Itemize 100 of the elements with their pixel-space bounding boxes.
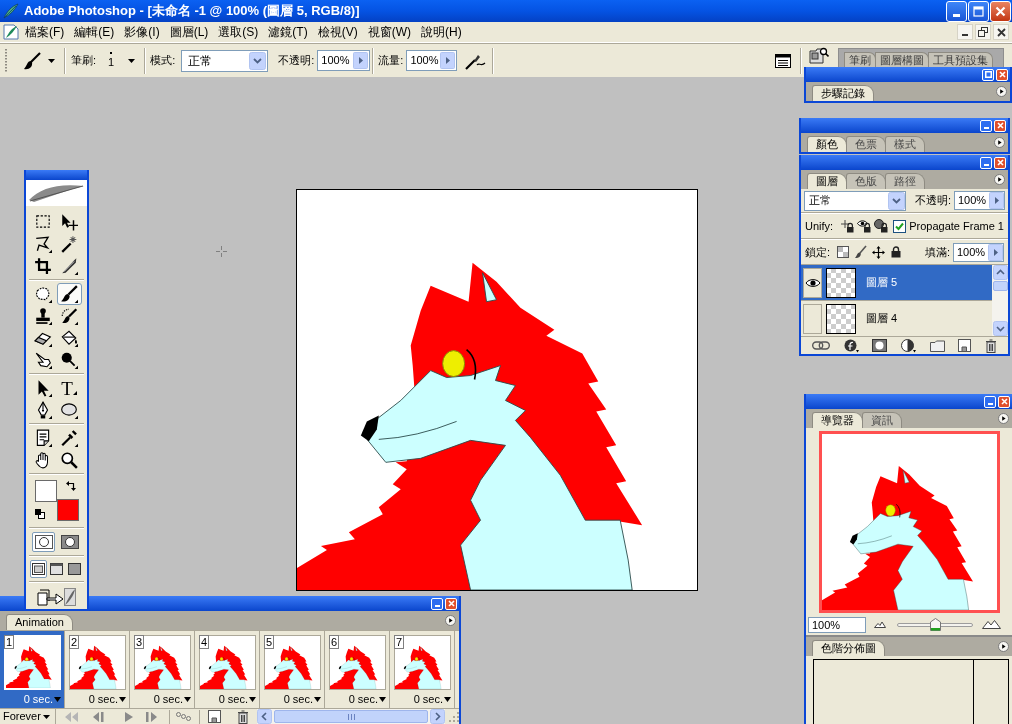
menu-item[interactable]: 選取(S) (213, 23, 264, 41)
maximize-button[interactable] (968, 0, 989, 22)
fill-field[interactable]: 100% (953, 242, 1004, 262)
panel-menu-icon[interactable] (994, 137, 1005, 148)
triangle-right-icon[interactable] (353, 52, 369, 69)
padlock-icon[interactable] (891, 246, 902, 258)
tool-button[interactable]: T (56, 377, 82, 399)
panel-menu-icon[interactable] (998, 641, 1009, 652)
panel-menu-icon[interactable] (998, 413, 1009, 424)
caret-icon[interactable] (444, 697, 451, 702)
ball-lock-icon[interactable] (874, 219, 889, 233)
trash-icon[interactable] (985, 338, 998, 353)
caret-icon[interactable] (128, 58, 136, 63)
visibility-toggle[interactable] (803, 267, 822, 298)
frame-delay[interactable]: 0 sec. (218, 693, 248, 706)
menu-item[interactable]: 視窗(W) (362, 23, 416, 41)
layer-row[interactable]: 圖層 5 (801, 265, 992, 301)
checkbox[interactable] (893, 219, 907, 233)
scroll-right-icon[interactable] (430, 709, 445, 724)
palette-list-icon[interactable] (775, 53, 791, 68)
caret-icon[interactable] (314, 697, 321, 702)
play-icon[interactable] (124, 711, 134, 722)
panel-tab[interactable]: 導覽器 (812, 412, 863, 428)
arrows-lock-icon[interactable] (840, 219, 855, 233)
visibility-toggle[interactable] (803, 303, 822, 334)
trash-icon[interactable] (237, 709, 249, 724)
menu-item[interactable]: 濾鏡(T) (263, 23, 313, 41)
panel-tab[interactable]: 圖層 (807, 173, 847, 189)
screen-mode-button[interactable] (48, 560, 65, 578)
triangle-right-icon[interactable] (440, 52, 456, 69)
new-layer-icon[interactable] (958, 339, 972, 352)
frame-delay[interactable]: 0 sec. (153, 693, 183, 706)
foreground-color-swatch[interactable] (35, 480, 57, 502)
large-mountains-icon[interactable] (982, 620, 1001, 629)
brush-icon[interactable] (22, 50, 42, 71)
menu-item[interactable]: 檔案(F) (20, 23, 70, 41)
opacity-field[interactable]: 100% (954, 191, 1005, 210)
half-circle-icon[interactable] (900, 338, 916, 353)
triangle-right-icon[interactable] (989, 192, 1004, 209)
blend-mode-dropdown[interactable]: 正常 (804, 190, 906, 211)
mask-mode-button[interactable] (32, 532, 55, 552)
menu-item[interactable]: 影像(I) (119, 23, 165, 41)
animation-frame[interactable]: 1 0 sec. (0, 631, 65, 708)
tool-button[interactable] (56, 283, 82, 305)
new-frame-icon[interactable] (208, 710, 221, 723)
menu-item[interactable]: 編輯(E) (69, 23, 120, 41)
caret-icon[interactable] (119, 697, 126, 702)
menu-item[interactable]: 檢視(V) (312, 23, 363, 41)
well-tab[interactable]: 筆刷 (844, 52, 876, 67)
move-lock-icon[interactable] (872, 245, 886, 259)
frame-delay[interactable]: 0 sec. (23, 693, 53, 706)
default-colors-icon[interactable] (35, 509, 45, 519)
jump-arrow-icon[interactable] (36, 587, 77, 607)
background-color-swatch[interactable] (57, 499, 79, 521)
file-browser-icon[interactable] (809, 47, 829, 65)
caret-icon[interactable] (48, 58, 55, 63)
panel-tab[interactable]: 色階分佈圖 (812, 640, 885, 656)
scrollbar[interactable] (992, 265, 1008, 336)
resize-grip-icon[interactable] (449, 711, 459, 722)
well-tab[interactable]: 工具預設集 (928, 52, 993, 67)
panel-menu-icon[interactable] (994, 174, 1005, 185)
scrollbar-thumb[interactable] (992, 281, 1008, 291)
screen-mode-button[interactable] (30, 560, 47, 578)
slider-thumb[interactable] (929, 618, 941, 631)
mode-dropdown[interactable]: 正常 (181, 49, 269, 72)
triangle-right-icon[interactable] (988, 243, 1003, 261)
panel-menu-icon[interactable] (445, 615, 456, 626)
panel-tab[interactable]: 顏色 (807, 136, 847, 152)
close-button[interactable] (993, 24, 1009, 40)
zoom-field[interactable]: 100% (808, 616, 866, 633)
frame-delay[interactable]: 0 sec. (88, 693, 118, 706)
maximize-button[interactable] (982, 68, 994, 81)
menu-item[interactable]: 說明(H) (416, 23, 467, 41)
scroll-up-icon[interactable] (992, 265, 1008, 280)
grip-icon[interactable] (5, 48, 8, 73)
panel-tab[interactable]: 色票 (846, 136, 886, 152)
layer-style-icon[interactable] (843, 338, 859, 353)
frame-delay[interactable]: 0 sec. (348, 693, 378, 706)
caret-icon[interactable] (249, 697, 256, 702)
scroll-down-icon[interactable] (992, 321, 1008, 336)
eye-lock-icon[interactable] (857, 219, 872, 233)
panel-tab[interactable]: 樣式 (885, 136, 925, 152)
scrollbar[interactable] (257, 709, 445, 724)
panel-tab[interactable]: Animation (6, 614, 73, 630)
opacity-field[interactable]: 100% (317, 50, 371, 71)
checker-lock-icon[interactable] (837, 246, 850, 258)
brush-lock-icon[interactable] (854, 245, 868, 259)
frame-delay[interactable]: 0 sec. (413, 693, 443, 706)
panel-tab[interactable]: 路徑 (885, 173, 925, 189)
mask-icon[interactable] (872, 339, 888, 352)
scroll-left-icon[interactable] (257, 709, 272, 724)
frame-delay[interactable]: 0 sec. (283, 693, 313, 706)
panel-tab[interactable]: 資訊 (862, 412, 902, 428)
link-icon[interactable] (811, 341, 830, 350)
small-mountains-icon[interactable] (874, 621, 886, 628)
panel-tab[interactable]: 色版 (846, 173, 886, 189)
loop-dropdown[interactable]: Forever (0, 709, 56, 724)
flow-field[interactable]: 100% (406, 50, 458, 71)
folder-icon[interactable] (929, 339, 945, 352)
panel-menu-icon[interactable] (996, 86, 1007, 97)
